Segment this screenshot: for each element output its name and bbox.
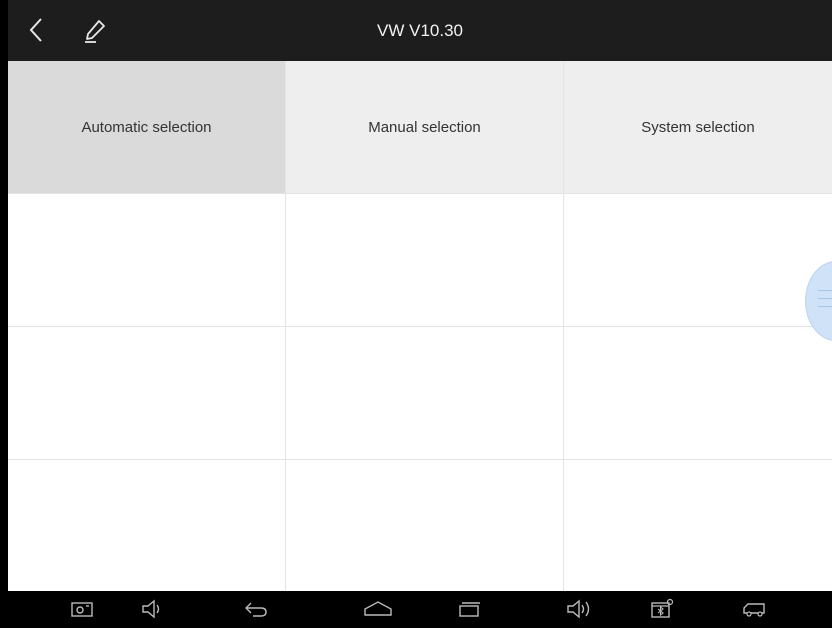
nav-back-button[interactable] [242,597,270,621]
tab-manual-selection[interactable]: Manual selection [286,61,564,193]
title-bar: VW V10.30 [8,0,832,61]
grid-row [8,194,832,327]
system-navigation-bar [8,591,832,628]
edit-button[interactable] [78,14,112,48]
grid-cell [286,327,564,459]
back-button[interactable] [18,12,54,48]
tab-automatic-selection[interactable]: Automatic selection [8,61,286,193]
grid-cell [286,194,564,326]
vehicle-icon [743,603,765,617]
screenshot-button[interactable] [68,597,96,621]
nav-home-button[interactable] [360,597,396,621]
volume-down-button[interactable] [138,597,166,621]
menu-lines-icon [818,290,832,291]
menu-lines-icon [818,306,832,307]
grid-row [8,460,832,591]
volume-down-icon [142,599,160,619]
tab-system-selection[interactable]: System selection [564,61,832,193]
nav-recent-apps-button[interactable] [456,597,484,621]
grid-cell [8,194,286,326]
screen: VW V10.30 Automatic selection Manual sel… [8,0,832,628]
screenshot-icon [71,602,93,617]
home-icon [364,601,392,616]
grid-cell [564,327,832,459]
grid-row [8,327,832,460]
vci-status-button[interactable] [648,597,676,621]
grid-cell [8,327,286,459]
volume-up-button[interactable] [564,597,596,621]
grid-cell [564,194,832,326]
content-grid: Automatic selection Manual selection Sys… [8,61,832,591]
vci-bluetooth-icon [651,598,674,618]
page-title: VW V10.30 [377,21,463,40]
grid-cell [564,460,832,591]
grid-cell [8,460,286,591]
grid-cell [286,460,564,591]
vehicle-button[interactable] [740,597,768,621]
recent-apps-icon [459,602,480,617]
menu-lines-icon [818,298,832,299]
selection-tabs: Automatic selection Manual selection Sys… [8,61,832,194]
edit-icon [85,20,105,43]
volume-up-icon [567,599,590,619]
back-icon [29,18,42,42]
back-icon [245,602,267,617]
